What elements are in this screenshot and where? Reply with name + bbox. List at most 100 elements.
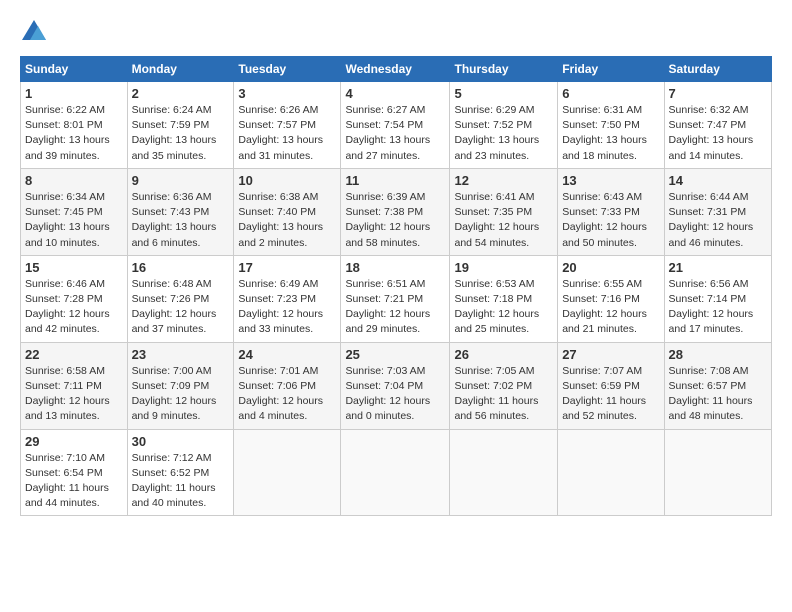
day-number: 7 xyxy=(669,86,767,101)
day-info: Sunrise: 7:01 AM Sunset: 7:06 PM Dayligh… xyxy=(238,364,336,425)
day-info: Sunrise: 6:38 AM Sunset: 7:40 PM Dayligh… xyxy=(238,190,336,251)
day-number: 20 xyxy=(562,260,659,275)
day-info: Sunrise: 6:26 AM Sunset: 7:57 PM Dayligh… xyxy=(238,103,336,164)
calendar-week-row: 15 Sunrise: 6:46 AM Sunset: 7:28 PM Dayl… xyxy=(21,255,772,342)
day-info: Sunrise: 6:22 AM Sunset: 8:01 PM Dayligh… xyxy=(25,103,123,164)
day-number: 2 xyxy=(132,86,230,101)
day-info: Sunrise: 6:55 AM Sunset: 7:16 PM Dayligh… xyxy=(562,277,659,338)
day-info: Sunrise: 6:51 AM Sunset: 7:21 PM Dayligh… xyxy=(345,277,445,338)
calendar-table: SundayMondayTuesdayWednesdayThursdayFrid… xyxy=(20,56,772,516)
day-number: 25 xyxy=(345,347,445,362)
day-number: 1 xyxy=(25,86,123,101)
calendar-day-cell: 18 Sunrise: 6:51 AM Sunset: 7:21 PM Dayl… xyxy=(341,255,450,342)
calendar-day-cell: 28 Sunrise: 7:08 AM Sunset: 6:57 PM Dayl… xyxy=(664,342,771,429)
calendar-day-cell: 25 Sunrise: 7:03 AM Sunset: 7:04 PM Dayl… xyxy=(341,342,450,429)
day-info: Sunrise: 6:43 AM Sunset: 7:33 PM Dayligh… xyxy=(562,190,659,251)
calendar-day-cell: 4 Sunrise: 6:27 AM Sunset: 7:54 PM Dayli… xyxy=(341,82,450,169)
calendar-day-cell xyxy=(234,429,341,516)
day-number: 16 xyxy=(132,260,230,275)
day-info: Sunrise: 6:27 AM Sunset: 7:54 PM Dayligh… xyxy=(345,103,445,164)
day-info: Sunrise: 6:39 AM Sunset: 7:38 PM Dayligh… xyxy=(345,190,445,251)
day-info: Sunrise: 6:48 AM Sunset: 7:26 PM Dayligh… xyxy=(132,277,230,338)
day-number: 23 xyxy=(132,347,230,362)
calendar-day-cell: 11 Sunrise: 6:39 AM Sunset: 7:38 PM Dayl… xyxy=(341,168,450,255)
calendar-day-cell: 22 Sunrise: 6:58 AM Sunset: 7:11 PM Dayl… xyxy=(21,342,128,429)
day-number: 26 xyxy=(454,347,553,362)
calendar-day-cell: 24 Sunrise: 7:01 AM Sunset: 7:06 PM Dayl… xyxy=(234,342,341,429)
calendar-week-row: 8 Sunrise: 6:34 AM Sunset: 7:45 PM Dayli… xyxy=(21,168,772,255)
calendar-day-cell xyxy=(341,429,450,516)
day-number: 21 xyxy=(669,260,767,275)
calendar-day-cell: 20 Sunrise: 6:55 AM Sunset: 7:16 PM Dayl… xyxy=(558,255,664,342)
day-of-week-header: Tuesday xyxy=(234,57,341,82)
calendar-week-row: 29 Sunrise: 7:10 AM Sunset: 6:54 PM Dayl… xyxy=(21,429,772,516)
day-of-week-header: Friday xyxy=(558,57,664,82)
day-number: 6 xyxy=(562,86,659,101)
calendar-day-cell: 2 Sunrise: 6:24 AM Sunset: 7:59 PM Dayli… xyxy=(127,82,234,169)
day-info: Sunrise: 7:08 AM Sunset: 6:57 PM Dayligh… xyxy=(669,364,767,425)
day-number: 30 xyxy=(132,434,230,449)
day-number: 11 xyxy=(345,173,445,188)
day-info: Sunrise: 6:53 AM Sunset: 7:18 PM Dayligh… xyxy=(454,277,553,338)
day-number: 24 xyxy=(238,347,336,362)
day-info: Sunrise: 6:49 AM Sunset: 7:23 PM Dayligh… xyxy=(238,277,336,338)
logo xyxy=(20,18,52,46)
calendar-header-row: SundayMondayTuesdayWednesdayThursdayFrid… xyxy=(21,57,772,82)
day-number: 9 xyxy=(132,173,230,188)
calendar-day-cell: 13 Sunrise: 6:43 AM Sunset: 7:33 PM Dayl… xyxy=(558,168,664,255)
day-info: Sunrise: 6:56 AM Sunset: 7:14 PM Dayligh… xyxy=(669,277,767,338)
day-info: Sunrise: 6:32 AM Sunset: 7:47 PM Dayligh… xyxy=(669,103,767,164)
day-info: Sunrise: 6:34 AM Sunset: 7:45 PM Dayligh… xyxy=(25,190,123,251)
calendar-week-row: 22 Sunrise: 6:58 AM Sunset: 7:11 PM Dayl… xyxy=(21,342,772,429)
page: SundayMondayTuesdayWednesdayThursdayFrid… xyxy=(0,0,792,612)
calendar-day-cell: 12 Sunrise: 6:41 AM Sunset: 7:35 PM Dayl… xyxy=(450,168,558,255)
day-info: Sunrise: 6:46 AM Sunset: 7:28 PM Dayligh… xyxy=(25,277,123,338)
day-number: 28 xyxy=(669,347,767,362)
day-info: Sunrise: 6:44 AM Sunset: 7:31 PM Dayligh… xyxy=(669,190,767,251)
calendar-day-cell: 14 Sunrise: 6:44 AM Sunset: 7:31 PM Dayl… xyxy=(664,168,771,255)
calendar-day-cell xyxy=(664,429,771,516)
calendar-day-cell: 30 Sunrise: 7:12 AM Sunset: 6:52 PM Dayl… xyxy=(127,429,234,516)
day-info: Sunrise: 6:29 AM Sunset: 7:52 PM Dayligh… xyxy=(454,103,553,164)
day-number: 4 xyxy=(345,86,445,101)
header xyxy=(20,18,772,46)
day-number: 22 xyxy=(25,347,123,362)
day-number: 27 xyxy=(562,347,659,362)
day-number: 12 xyxy=(454,173,553,188)
calendar-day-cell: 26 Sunrise: 7:05 AM Sunset: 7:02 PM Dayl… xyxy=(450,342,558,429)
day-number: 10 xyxy=(238,173,336,188)
day-info: Sunrise: 7:10 AM Sunset: 6:54 PM Dayligh… xyxy=(25,451,123,512)
calendar-day-cell: 29 Sunrise: 7:10 AM Sunset: 6:54 PM Dayl… xyxy=(21,429,128,516)
calendar-day-cell: 5 Sunrise: 6:29 AM Sunset: 7:52 PM Dayli… xyxy=(450,82,558,169)
day-number: 29 xyxy=(25,434,123,449)
calendar-day-cell: 1 Sunrise: 6:22 AM Sunset: 8:01 PM Dayli… xyxy=(21,82,128,169)
day-info: Sunrise: 7:12 AM Sunset: 6:52 PM Dayligh… xyxy=(132,451,230,512)
calendar-day-cell: 23 Sunrise: 7:00 AM Sunset: 7:09 PM Dayl… xyxy=(127,342,234,429)
calendar-day-cell: 19 Sunrise: 6:53 AM Sunset: 7:18 PM Dayl… xyxy=(450,255,558,342)
day-info: Sunrise: 6:31 AM Sunset: 7:50 PM Dayligh… xyxy=(562,103,659,164)
day-info: Sunrise: 6:24 AM Sunset: 7:59 PM Dayligh… xyxy=(132,103,230,164)
day-number: 15 xyxy=(25,260,123,275)
day-number: 13 xyxy=(562,173,659,188)
calendar-day-cell: 27 Sunrise: 7:07 AM Sunset: 6:59 PM Dayl… xyxy=(558,342,664,429)
day-info: Sunrise: 7:05 AM Sunset: 7:02 PM Dayligh… xyxy=(454,364,553,425)
calendar-day-cell: 15 Sunrise: 6:46 AM Sunset: 7:28 PM Dayl… xyxy=(21,255,128,342)
calendar-day-cell: 8 Sunrise: 6:34 AM Sunset: 7:45 PM Dayli… xyxy=(21,168,128,255)
calendar-day-cell xyxy=(450,429,558,516)
calendar-week-row: 1 Sunrise: 6:22 AM Sunset: 8:01 PM Dayli… xyxy=(21,82,772,169)
calendar-day-cell xyxy=(558,429,664,516)
day-number: 19 xyxy=(454,260,553,275)
day-number: 14 xyxy=(669,173,767,188)
calendar-day-cell: 3 Sunrise: 6:26 AM Sunset: 7:57 PM Dayli… xyxy=(234,82,341,169)
calendar-day-cell: 6 Sunrise: 6:31 AM Sunset: 7:50 PM Dayli… xyxy=(558,82,664,169)
day-info: Sunrise: 7:00 AM Sunset: 7:09 PM Dayligh… xyxy=(132,364,230,425)
day-of-week-header: Sunday xyxy=(21,57,128,82)
day-number: 3 xyxy=(238,86,336,101)
calendar-day-cell: 7 Sunrise: 6:32 AM Sunset: 7:47 PM Dayli… xyxy=(664,82,771,169)
calendar-day-cell: 21 Sunrise: 6:56 AM Sunset: 7:14 PM Dayl… xyxy=(664,255,771,342)
day-info: Sunrise: 6:36 AM Sunset: 7:43 PM Dayligh… xyxy=(132,190,230,251)
day-info: Sunrise: 6:41 AM Sunset: 7:35 PM Dayligh… xyxy=(454,190,553,251)
calendar-day-cell: 10 Sunrise: 6:38 AM Sunset: 7:40 PM Dayl… xyxy=(234,168,341,255)
day-of-week-header: Thursday xyxy=(450,57,558,82)
logo-icon xyxy=(20,18,48,46)
